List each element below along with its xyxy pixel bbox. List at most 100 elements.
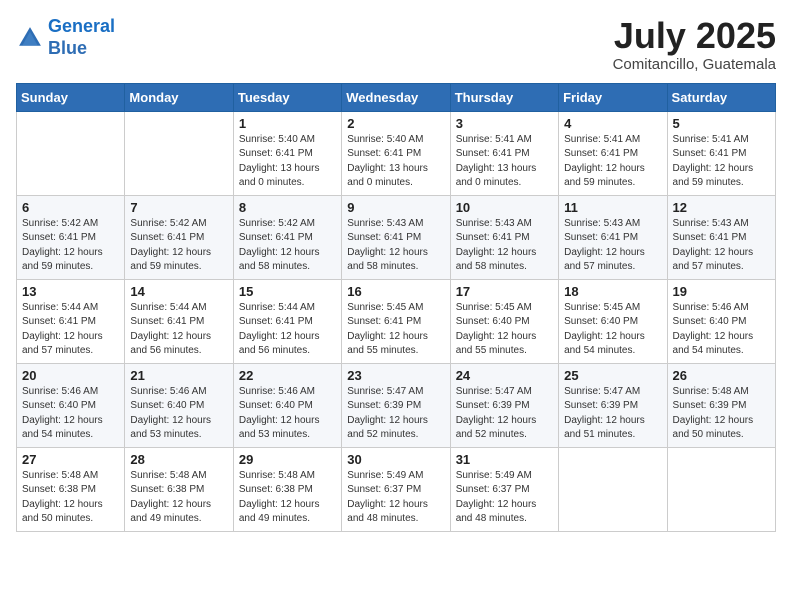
month-title: July 2025	[613, 16, 776, 56]
day-number: 2	[347, 116, 444, 131]
day-number: 11	[564, 200, 661, 215]
day-number: 21	[130, 368, 227, 383]
calendar-cell: 17 Sunrise: 5:45 AMSunset: 6:40 PMDayligh…	[450, 279, 558, 363]
day-info: Sunrise: 5:48 AMSunset: 6:38 PMDaylight:…	[130, 469, 227, 527]
calendar-cell: 28 Sunrise: 5:48 AMSunset: 6:38 PMDayligh…	[125, 447, 233, 531]
day-number: 17	[456, 284, 553, 299]
day-info: Sunrise: 5:45 AMSunset: 6:41 PMDaylight:…	[347, 301, 444, 359]
calendar-week-row: 20 Sunrise: 5:46 AMSunset: 6:40 PMDayligh…	[17, 363, 776, 447]
page-header: General Blue July 2025 Comitancillo, Gua…	[16, 16, 776, 73]
day-number: 10	[456, 200, 553, 215]
day-info: Sunrise: 5:45 AMSunset: 6:40 PMDaylight:…	[456, 301, 553, 359]
day-info: Sunrise: 5:48 AMSunset: 6:38 PMDaylight:…	[22, 469, 119, 527]
calendar-week-row: 1 Sunrise: 5:40 AMSunset: 6:41 PMDaylight…	[17, 111, 776, 195]
calendar-cell: 29 Sunrise: 5:48 AMSunset: 6:38 PMDayligh…	[233, 447, 341, 531]
day-number: 7	[130, 200, 227, 215]
day-info: Sunrise: 5:47 AMSunset: 6:39 PMDaylight:…	[347, 385, 444, 443]
day-number: 24	[456, 368, 553, 383]
weekday-header-saturday: Saturday	[667, 83, 775, 111]
day-info: Sunrise: 5:49 AMSunset: 6:37 PMDaylight:…	[456, 469, 553, 527]
logo-general: General	[48, 16, 115, 36]
calendar-cell: 14Sunrise: 5:44 AMSunset: 6:41 PMDayligh…	[125, 279, 233, 363]
title-area: July 2025 Comitancillo, Guatemala	[613, 16, 776, 73]
day-info: Sunrise: 5:47 AMSunset: 6:39 PMDaylight:…	[456, 385, 553, 443]
logo-blue: Blue	[48, 38, 87, 58]
calendar-cell: 24 Sunrise: 5:47 AMSunset: 6:39 PMDayligh…	[450, 363, 558, 447]
calendar-cell	[17, 111, 125, 195]
calendar-week-row: 13 Sunrise: 5:44 AMSunset: 6:41 PMDayligh…	[17, 279, 776, 363]
day-info: Sunrise: 5:41 AMSunset: 6:41 PMDaylight:…	[673, 133, 770, 191]
calendar-cell: 2 Sunrise: 5:40 AMSunset: 6:41 PMDaylight…	[342, 111, 450, 195]
calendar-cell: 4 Sunrise: 5:41 AMSunset: 6:41 PMDaylight…	[559, 111, 667, 195]
calendar-cell: 3Sunrise: 5:41 AMSunset: 6:41 PMDaylight…	[450, 111, 558, 195]
calendar-week-row: 27 Sunrise: 5:48 AMSunset: 6:38 PMDayligh…	[17, 447, 776, 531]
day-number: 8	[239, 200, 336, 215]
day-info: Sunrise: 5:49 AMSunset: 6:37 PMDaylight:…	[347, 469, 444, 527]
calendar-cell: 25Sunrise: 5:47 AMSunset: 6:39 PMDayligh…	[559, 363, 667, 447]
day-info: Sunrise: 5:46 AMSunset: 6:40 PMDaylight:…	[22, 385, 119, 443]
calendar-cell: 31 Sunrise: 5:49 AMSunset: 6:37 PMDayligh…	[450, 447, 558, 531]
calendar-cell: 30 Sunrise: 5:49 AMSunset: 6:37 PMDayligh…	[342, 447, 450, 531]
weekday-header-monday: Monday	[125, 83, 233, 111]
day-info: Sunrise: 5:40 AMSunset: 6:41 PMDaylight:…	[347, 133, 444, 191]
day-info: Sunrise: 5:47 AMSunset: 6:39 PMDaylight:…	[564, 385, 661, 443]
day-number: 22	[239, 368, 336, 383]
calendar-cell: 20 Sunrise: 5:46 AMSunset: 6:40 PMDayligh…	[17, 363, 125, 447]
weekday-header-friday: Friday	[559, 83, 667, 111]
calendar-cell: 6Sunrise: 5:42 AMSunset: 6:41 PMDaylight…	[17, 195, 125, 279]
day-number: 1	[239, 116, 336, 131]
weekday-header-sunday: Sunday	[17, 83, 125, 111]
day-number: 16	[347, 284, 444, 299]
location-subtitle: Comitancillo, Guatemala	[613, 56, 776, 73]
day-info: Sunrise: 5:44 AMSunset: 6:41 PMDaylight:…	[239, 301, 336, 359]
calendar-cell: 27 Sunrise: 5:48 AMSunset: 6:38 PMDayligh…	[17, 447, 125, 531]
day-number: 28	[130, 452, 227, 467]
day-number: 23	[347, 368, 444, 383]
calendar-cell: 21 Sunrise: 5:46 AMSunset: 6:40 PMDayligh…	[125, 363, 233, 447]
calendar-cell	[559, 447, 667, 531]
weekday-header-wednesday: Wednesday	[342, 83, 450, 111]
calendar-cell: 7 Sunrise: 5:42 AMSunset: 6:41 PMDaylight…	[125, 195, 233, 279]
day-number: 26	[673, 368, 770, 383]
day-number: 14	[130, 284, 227, 299]
day-number: 19	[673, 284, 770, 299]
day-info: Sunrise: 5:46 AMSunset: 6:40 PMDaylight:…	[130, 385, 227, 443]
day-number: 12	[673, 200, 770, 215]
day-number: 31	[456, 452, 553, 467]
calendar-cell: 26Sunrise: 5:48 AMSunset: 6:39 PMDayligh…	[667, 363, 775, 447]
day-info: Sunrise: 5:42 AMSunset: 6:41 PMDaylight:…	[130, 217, 227, 275]
day-number: 20	[22, 368, 119, 383]
day-number: 30	[347, 452, 444, 467]
calendar-cell: 8 Sunrise: 5:42 AMSunset: 6:41 PMDaylight…	[233, 195, 341, 279]
day-info: Sunrise: 5:42 AMSunset: 6:41 PMDaylight:…	[239, 217, 336, 275]
day-number: 15	[239, 284, 336, 299]
day-number: 29	[239, 452, 336, 467]
day-info: Sunrise: 5:44 AMSunset: 6:41 PMDaylight:…	[22, 301, 119, 359]
calendar-cell: 5 Sunrise: 5:41 AMSunset: 6:41 PMDaylight…	[667, 111, 775, 195]
day-info: Sunrise: 5:43 AMSunset: 6:41 PMDaylight:…	[673, 217, 770, 275]
weekday-header-thursday: Thursday	[450, 83, 558, 111]
calendar-cell: 9 Sunrise: 5:43 AMSunset: 6:41 PMDaylight…	[342, 195, 450, 279]
weekday-header-tuesday: Tuesday	[233, 83, 341, 111]
calendar-cell	[667, 447, 775, 531]
day-info: Sunrise: 5:43 AMSunset: 6:41 PMDaylight:…	[564, 217, 661, 275]
day-number: 18	[564, 284, 661, 299]
day-number: 9	[347, 200, 444, 215]
day-number: 3	[456, 116, 553, 131]
day-info: Sunrise: 5:45 AMSunset: 6:40 PMDaylight:…	[564, 301, 661, 359]
day-info: Sunrise: 5:41 AMSunset: 6:41 PMDaylight:…	[564, 133, 661, 191]
day-number: 13	[22, 284, 119, 299]
day-number: 4	[564, 116, 661, 131]
day-info: Sunrise: 5:48 AMSunset: 6:38 PMDaylight:…	[239, 469, 336, 527]
calendar-week-row: 6Sunrise: 5:42 AMSunset: 6:41 PMDaylight…	[17, 195, 776, 279]
calendar-cell: 22Sunrise: 5:46 AMSunset: 6:40 PMDayligh…	[233, 363, 341, 447]
logo-text: General Blue	[48, 16, 115, 59]
calendar-cell: 12 Sunrise: 5:43 AMSunset: 6:41 PMDayligh…	[667, 195, 775, 279]
calendar-cell	[125, 111, 233, 195]
day-info: Sunrise: 5:40 AMSunset: 6:41 PMDaylight:…	[239, 133, 336, 191]
day-number: 5	[673, 116, 770, 131]
day-info: Sunrise: 5:42 AMSunset: 6:41 PMDaylight:…	[22, 217, 119, 275]
calendar-cell: 1 Sunrise: 5:40 AMSunset: 6:41 PMDaylight…	[233, 111, 341, 195]
day-number: 27	[22, 452, 119, 467]
day-info: Sunrise: 5:43 AMSunset: 6:41 PMDaylight:…	[347, 217, 444, 275]
